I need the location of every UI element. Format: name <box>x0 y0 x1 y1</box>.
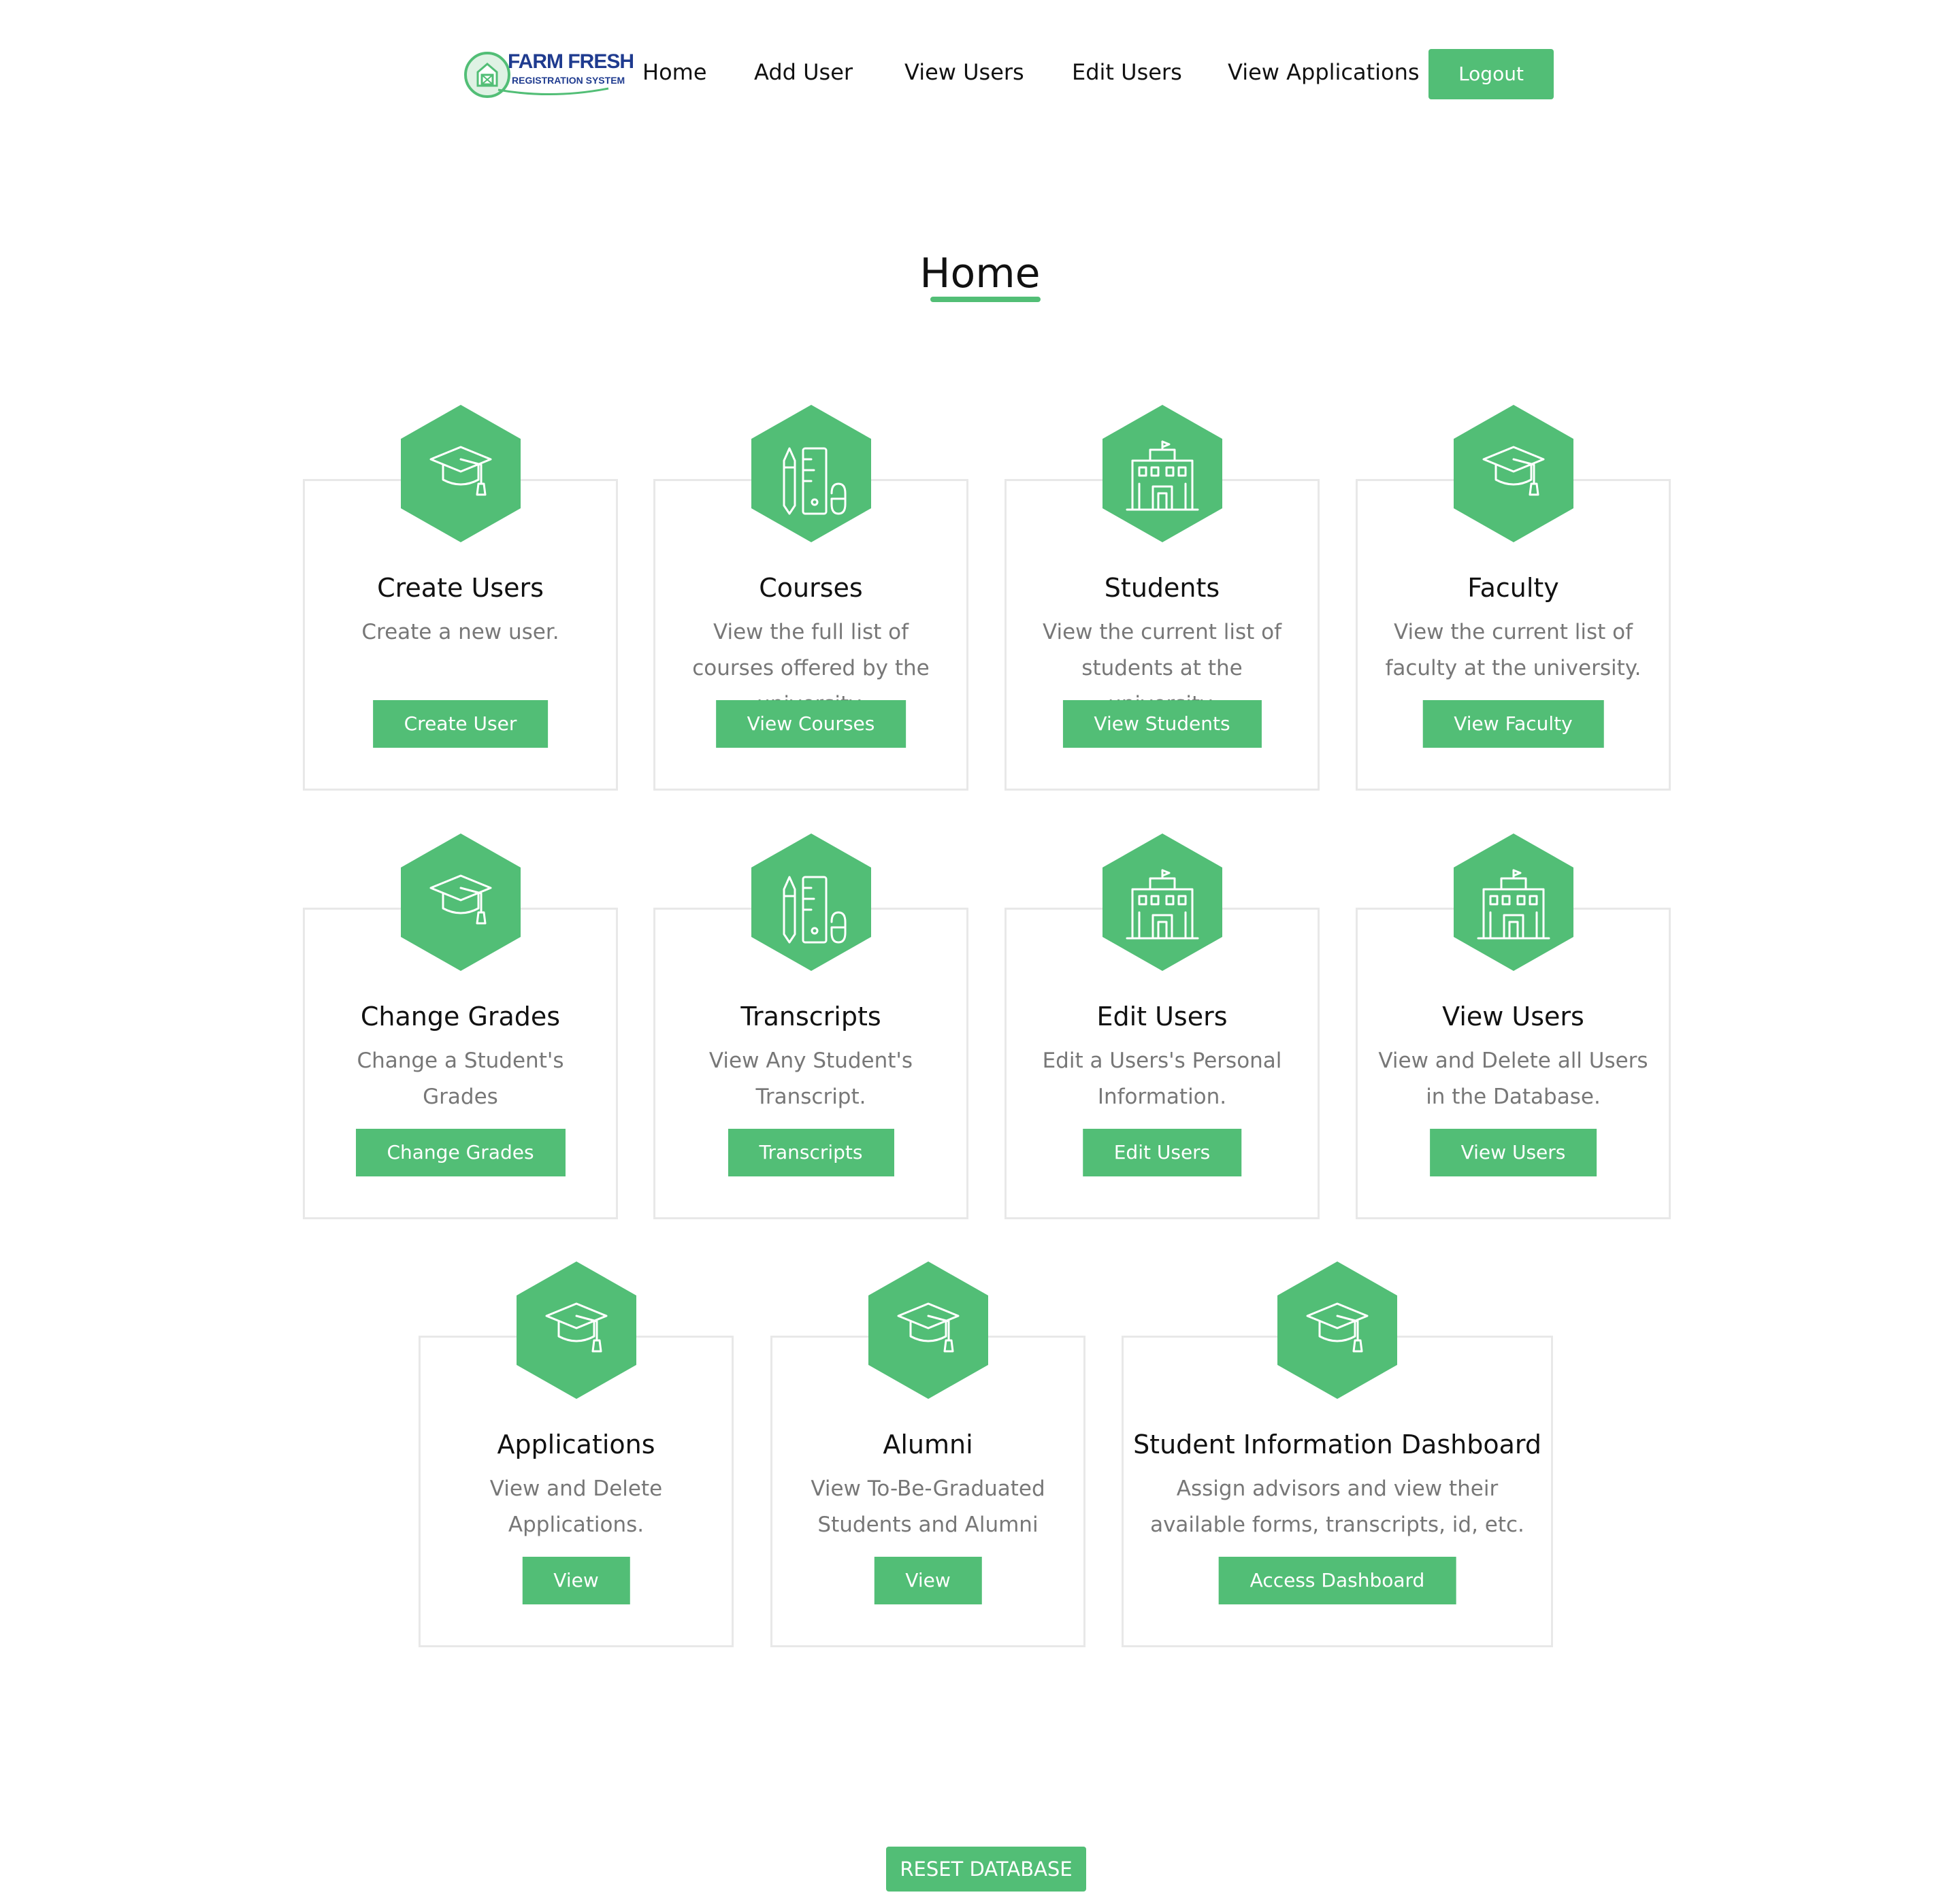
graduation-cap-icon <box>1277 1261 1397 1399</box>
view-faculty-button[interactable]: View Faculty <box>1422 700 1604 748</box>
card-description: Create a new user. <box>361 620 559 644</box>
access-dashboard-button[interactable]: Access Dashboard <box>1218 1557 1456 1604</box>
card-title: Alumni <box>883 1430 973 1459</box>
logo-subtitle: REGISTRATION SYSTEM <box>512 75 625 86</box>
card-title: Create Users <box>377 573 544 603</box>
nav-link-add-user[interactable]: Add User <box>754 59 853 86</box>
card-title: Faculty <box>1467 573 1559 603</box>
reset-database-button[interactable]: RESET DATABASE <box>886 1847 1086 1892</box>
graduation-cap-icon <box>1453 405 1573 542</box>
page-title: Home <box>919 250 1041 297</box>
view-button[interactable]: View <box>874 1557 982 1604</box>
school-building-icon <box>1102 405 1222 542</box>
card-create-users: Create Users Create a new user. Create U… <box>303 405 618 791</box>
nav-link-view-users[interactable]: View Users <box>904 59 1024 86</box>
school-building-icon <box>1102 833 1222 971</box>
card-title: Student Information Dashboard <box>1133 1430 1541 1459</box>
card-applications: Applications View and Delete Application… <box>419 1261 734 1647</box>
view-button[interactable]: View <box>522 1557 630 1604</box>
card-students: Students View the current list of studen… <box>1004 405 1320 791</box>
card-description: View and Delete Applications. <box>489 1476 663 1537</box>
change-grades-button[interactable]: Change Grades <box>355 1129 566 1176</box>
nav-link-edit-users[interactable]: Edit Users <box>1072 59 1182 86</box>
logout-button[interactable]: Logout <box>1428 49 1554 99</box>
card-title: Transcripts <box>740 1002 881 1031</box>
card-description: View Any Student's Transcript. <box>708 1048 913 1109</box>
card-title: Edit Users <box>1096 1002 1228 1031</box>
card-edit-users: Edit Users Edit a Users's Personal Infor… <box>1004 833 1320 1219</box>
graduation-cap-icon <box>400 833 521 971</box>
card-transcripts: Transcripts View Any Student's Transcrip… <box>653 833 968 1219</box>
card-courses: Courses View the full list of courses of… <box>653 405 968 791</box>
graduation-cap-icon <box>516 1261 636 1399</box>
view-courses-button[interactable]: View Courses <box>715 700 906 748</box>
card-description: View and Delete all Users in the Databas… <box>1378 1048 1648 1109</box>
card-title: View Users <box>1442 1002 1584 1031</box>
card-description: Assign advisors and view their available… <box>1150 1476 1524 1537</box>
title-underline <box>930 297 1041 302</box>
card-title: Courses <box>759 573 863 603</box>
graduation-cap-icon <box>400 405 521 542</box>
card-title: Change Grades <box>360 1002 561 1031</box>
card-description: Edit a Users's Personal Information. <box>1042 1048 1282 1109</box>
card-title: Students <box>1104 573 1220 603</box>
graduation-cap-icon <box>868 1261 988 1399</box>
card-description: View To-Be-Graduated Students and Alumni <box>811 1476 1045 1537</box>
card-alumni: Alumni View To-Be-Graduated Students and… <box>770 1261 1085 1647</box>
view-users-button[interactable]: View Users <box>1429 1129 1597 1176</box>
transcripts-button[interactable]: Transcripts <box>728 1129 894 1176</box>
pencil-ruler-icon <box>751 405 871 542</box>
card-student-information-dashboard: Student Information Dashboard Assign adv… <box>1122 1261 1553 1647</box>
card-description: Change a Student's Grades <box>357 1048 564 1109</box>
card-title: Applications <box>497 1430 655 1459</box>
pencil-ruler-icon <box>751 833 871 971</box>
edit-users-button[interactable]: Edit Users <box>1082 1129 1242 1176</box>
card-change-grades: Change Grades Change a Student's Grades … <box>303 833 618 1219</box>
logo-wordmark: FARM FRESH <box>508 50 634 73</box>
brand-logo[interactable]: FARM FRESH REGISTRATION SYSTEM <box>464 48 634 99</box>
view-students-button[interactable]: View Students <box>1062 700 1262 748</box>
nav-link-view-applications[interactable]: View Applications <box>1228 59 1420 86</box>
card-description: View the current list of faculty at the … <box>1385 620 1642 680</box>
card-faculty: Faculty View the current list of faculty… <box>1356 405 1671 791</box>
school-building-icon <box>1453 833 1573 971</box>
create-user-button[interactable]: Create User <box>372 700 549 748</box>
nav-link-home[interactable]: Home <box>642 59 707 86</box>
card-view-users: View Users View and Delete all Users in … <box>1356 833 1671 1219</box>
